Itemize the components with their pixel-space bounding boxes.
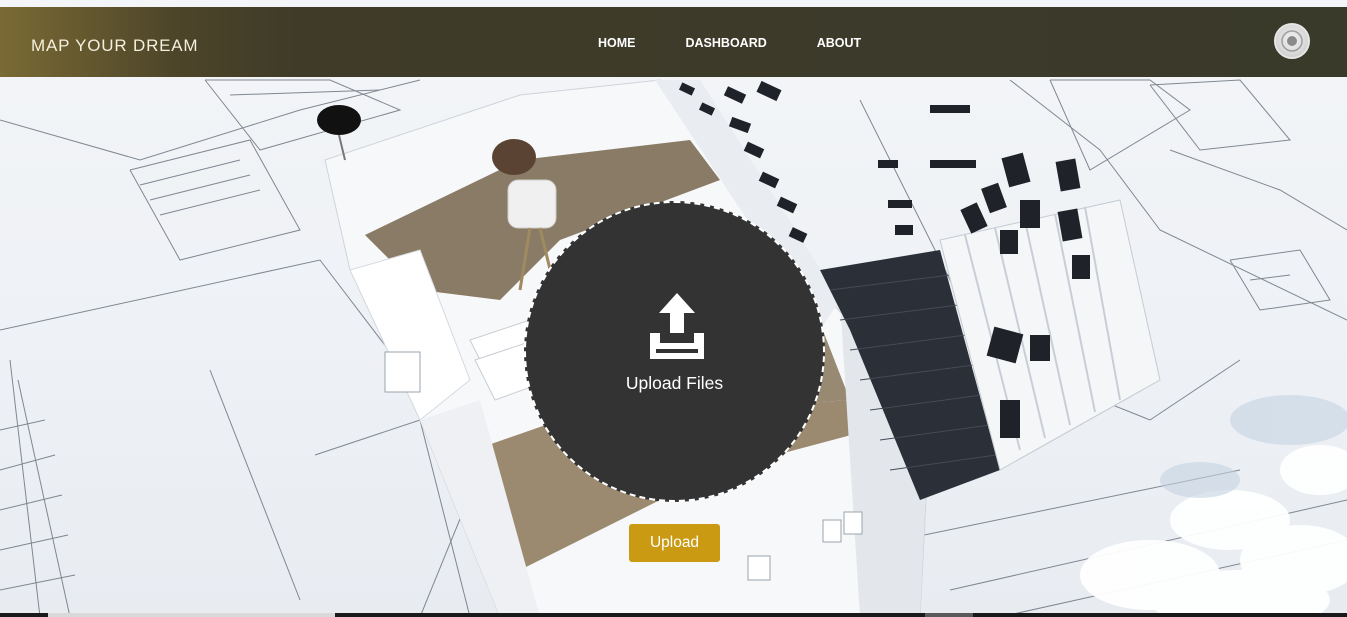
- bottom-strip-segment: [925, 613, 973, 617]
- upload-icon: [650, 293, 704, 359]
- avatar-glyph-icon: [1281, 30, 1303, 52]
- top-navbar: MAP YOUR DREAM HOME DASHBOARD ABOUT: [0, 7, 1347, 77]
- bottom-scroll-strip: [0, 613, 1347, 617]
- upload-drop-zone[interactable]: Upload Files: [524, 201, 825, 502]
- nav-link-about[interactable]: ABOUT: [817, 35, 861, 51]
- upload-button[interactable]: Upload: [629, 524, 720, 562]
- bottom-strip-segment: [48, 613, 335, 617]
- brand-logo-text[interactable]: MAP YOUR DREAM: [31, 36, 198, 56]
- user-avatar-icon[interactable]: [1274, 23, 1310, 59]
- nav-link-dashboard[interactable]: DASHBOARD: [686, 35, 767, 51]
- nav-links: HOME DASHBOARD ABOUT: [598, 35, 861, 51]
- nav-link-home[interactable]: HOME: [598, 35, 636, 51]
- page: MAP YOUR DREAM HOME DASHBOARD ABOUT Uplo…: [0, 0, 1347, 617]
- upload-files-label: Upload Files: [625, 373, 724, 393]
